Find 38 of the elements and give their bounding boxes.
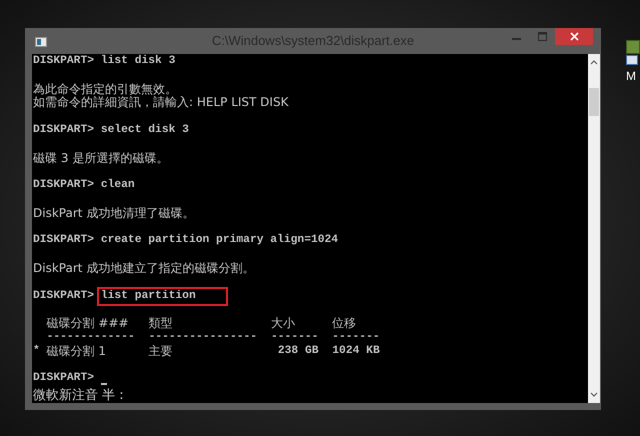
desktop-icon-label: M xyxy=(626,69,636,83)
desktop-shortcut-icon[interactable] xyxy=(626,40,640,54)
column-header: 磁碟分割 ### xyxy=(46,317,129,331)
command-text: select disk 3 xyxy=(100,124,189,138)
column-header: 類型 xyxy=(148,317,173,331)
table-cell: 主要 xyxy=(148,344,173,359)
output-text: DiskPart 成功地建立了指定的磁碟分割。 xyxy=(33,262,254,276)
column-rule: ---------------- xyxy=(148,330,258,343)
ime-status-bar: 微軟新注音 半 : xyxy=(32,389,124,403)
command-text: create partition primary align=1024 xyxy=(100,234,338,248)
command-prompt: DISKPART> xyxy=(33,55,94,69)
command-text: list partition xyxy=(96,286,228,306)
command-text: list disk 3 xyxy=(100,55,176,69)
command-prompt: DISKPART> xyxy=(33,234,94,248)
close-icon xyxy=(570,32,578,41)
output-text: 為此命令指定的引數無效。 xyxy=(33,82,177,96)
column-rule: ------- xyxy=(332,330,380,343)
close-button[interactable] xyxy=(555,28,593,45)
table-cell: 238 GB xyxy=(278,344,319,359)
maximize-icon xyxy=(538,32,546,41)
table-cell: 1024 KB xyxy=(332,344,380,359)
table-cell: 磁碟分割 1 xyxy=(46,344,106,359)
console-app-icon xyxy=(35,37,47,47)
output-text: 磁碟 3 是所選擇的磁碟。 xyxy=(33,152,168,166)
vertical-scrollbar[interactable] xyxy=(588,54,600,403)
column-header: 大小 xyxy=(270,317,295,331)
scrollbar-thumb[interactable] xyxy=(589,88,599,116)
column-header: 位移 xyxy=(332,317,356,331)
output-text: 如需命令的詳細資訊，請輸入: HELP LIST DISK xyxy=(33,96,288,110)
output-text: DiskPart 成功地清理了磁碟。 xyxy=(33,206,194,221)
selected-marker: * xyxy=(33,344,40,357)
command-prompt: DISKPART> xyxy=(33,290,94,304)
command-prompt: DISKPART> xyxy=(33,179,94,193)
command-text: clean xyxy=(100,179,135,193)
column-rule: ------- xyxy=(270,330,318,343)
command-prompt: DISKPART> xyxy=(33,372,94,386)
column-rule: ------------- xyxy=(46,330,135,343)
command-prompt: DISKPART> xyxy=(33,124,94,138)
